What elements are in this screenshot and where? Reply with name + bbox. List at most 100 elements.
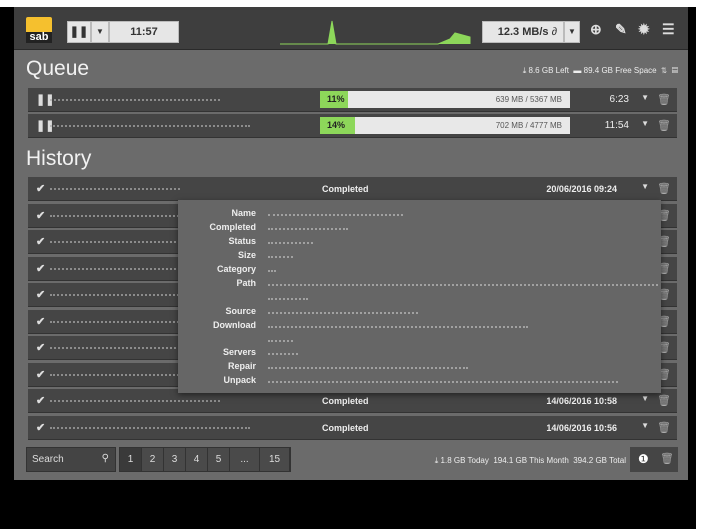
page-button[interactable]: ... — [230, 448, 260, 471]
top-strip — [0, 0, 704, 7]
progress-bar: 14% 702 MB / 4777 MB — [320, 117, 570, 134]
wrench-icon[interactable]: ✎ — [615, 21, 627, 38]
detail-value — [268, 312, 418, 315]
completed-date: 14/06/2016 10:56 — [546, 422, 617, 433]
size: 639 MB / 5367 MB — [495, 95, 562, 104]
history-details-popover: Name Completed Status Size Category Path Sourc… — [178, 200, 661, 393]
detail-label: Status — [228, 236, 256, 246]
today-total: 1.8 GB Today — [440, 456, 489, 465]
logo-text: sab — [26, 32, 52, 43]
detail-value — [268, 270, 276, 273]
page-button[interactable]: 15 — [260, 448, 290, 471]
job-name — [50, 188, 180, 191]
detail-label: Category — [216, 264, 256, 274]
detail-value — [268, 381, 618, 384]
right-strip — [696, 0, 704, 529]
menu-icon[interactable]: ☰ — [662, 21, 675, 38]
page-button[interactable]: 1 — [120, 448, 142, 471]
job-name — [50, 99, 220, 102]
sort-icon[interactable]: ⇅ — [661, 66, 667, 75]
trash-icon[interactable]: 🗑 — [657, 119, 671, 132]
header: sab ❚❚ ▼ 11:57 12.3 MB/s ∂ ▼ ⊕ ✎ ✹ ☰ — [14, 7, 688, 50]
chevron-down-icon: ▼ — [568, 27, 576, 36]
status: Completed — [322, 184, 369, 194]
page-button[interactable]: 2 — [142, 448, 164, 471]
sab-logo[interactable]: sab — [26, 17, 52, 43]
detail-label: Path — [236, 278, 256, 288]
eta: 11:54 — [604, 120, 629, 131]
percent: 11% — [327, 94, 345, 104]
gear-icon[interactable]: ✹ — [638, 21, 650, 38]
speed-value: 12.3 MB/s — [497, 26, 549, 38]
detail-label: Servers — [222, 347, 256, 357]
check-icon: ✔ — [36, 183, 46, 195]
detail-label: Size — [237, 250, 256, 260]
detail-label: Unpack — [223, 375, 256, 385]
queue-row[interactable]: ❚❚ 11% 639 MB / 5367 MB 6:23 ▼ 🗑 — [28, 88, 677, 112]
pagination: 1 2 3 4 5... 15 — [119, 447, 291, 472]
chevron-down-icon[interactable]: ▼ — [641, 119, 649, 128]
chevron-down-icon[interactable]: ▼ — [641, 421, 649, 430]
pause-icon: ❚❚ — [69, 26, 89, 38]
detail-label: Name — [231, 208, 256, 218]
check-icon: ✔ — [36, 289, 46, 301]
job-name — [50, 426, 250, 430]
detail-value — [268, 256, 293, 259]
chevron-down-icon: ▼ — [96, 27, 104, 36]
queue-stats: ⤓ 8.6 GB Left ▬ 89.4 GB Free Space ⇅ ▤ — [523, 66, 678, 76]
check-icon: ✔ — [36, 421, 46, 434]
check-icon: ✔ — [36, 262, 46, 275]
queue-options-icon[interactable]: ▤ — [672, 66, 678, 75]
status: Completed — [322, 396, 369, 406]
page-button[interactable]: 3 — [164, 448, 186, 471]
download-icon: ⤓ — [522, 66, 527, 75]
check-icon: ✔ — [36, 236, 46, 248]
pause-button[interactable]: ❚❚ — [67, 21, 91, 43]
job-name — [50, 125, 250, 128]
trash-icon[interactable]: 🗑 — [657, 394, 671, 407]
pause-timer[interactable]: 11:57 — [109, 21, 179, 43]
detail-value — [268, 284, 658, 287]
page-button[interactable]: 4 — [186, 448, 208, 471]
progress-bar: 11% 639 MB / 5367 MB — [320, 91, 570, 108]
chevron-down-icon[interactable]: ▼ — [641, 394, 649, 403]
percent: 14% — [327, 120, 346, 130]
detail-value — [268, 367, 468, 370]
history-title: History — [26, 147, 92, 170]
queue-row[interactable]: ❚❚ 14% 702 MB / 4777 MB 11:54 ▼ 🗑 — [28, 114, 677, 138]
download-icon: ⤓ — [434, 456, 439, 465]
trash-icon[interactable]: 🗑 — [657, 421, 671, 434]
job-name — [50, 400, 220, 403]
status: Completed — [322, 422, 369, 433]
check-icon: ✔ — [36, 315, 46, 328]
chevron-down-icon[interactable]: ▼ — [641, 182, 649, 191]
history-actions: ❶ 🗑 — [630, 447, 678, 472]
size: 702 MB / 4777 MB — [495, 121, 562, 130]
detail-value — [268, 298, 308, 301]
page-button[interactable]: 5 — [208, 448, 230, 471]
speed-limit-input[interactable]: 12.3 MB/s ∂ — [482, 21, 564, 43]
disk-icon: ▬ — [573, 66, 582, 75]
purge-trash-icon[interactable]: 🗑 — [660, 452, 674, 465]
pause-dropdown[interactable]: ▼ — [91, 21, 109, 43]
history-row[interactable]: ✔ Completed 20/06/2016 09:24 ▼ 🗑 — [28, 177, 677, 201]
link-icon: ∂ — [551, 26, 557, 38]
search-placeholder: Search — [32, 454, 64, 465]
add-nzb-icon[interactable]: ⊕ — [590, 21, 602, 38]
sabnzbd-app: sab ❚❚ ▼ 11:57 12.3 MB/s ∂ ▼ ⊕ ✎ ✹ ☰ Que… — [14, 7, 688, 480]
check-icon: ✔ — [36, 342, 46, 354]
history-row[interactable]: ✔ Completed 14/06/2016 10:56 ▼ 🗑 — [28, 415, 677, 440]
check-icon: ✔ — [36, 209, 46, 222]
free-space: 89.4 GB Free Space — [583, 66, 657, 75]
left-size: 8.6 GB Left — [528, 66, 569, 75]
trash-icon[interactable]: 🗑 — [657, 182, 671, 195]
completed-date: 14/06/2016 10:58 — [546, 396, 617, 406]
speed-dropdown[interactable]: ▼ — [564, 21, 580, 43]
all-total: 394.2 GB Total — [573, 456, 626, 465]
eta: 6:23 — [609, 94, 629, 105]
detail-value — [268, 228, 348, 231]
chevron-down-icon[interactable]: ▼ — [641, 93, 649, 102]
trash-icon[interactable]: 🗑 — [657, 93, 671, 106]
failed-info-icon[interactable]: ❶ — [638, 452, 649, 466]
search-input[interactable]: Search ⚲ — [26, 447, 116, 472]
